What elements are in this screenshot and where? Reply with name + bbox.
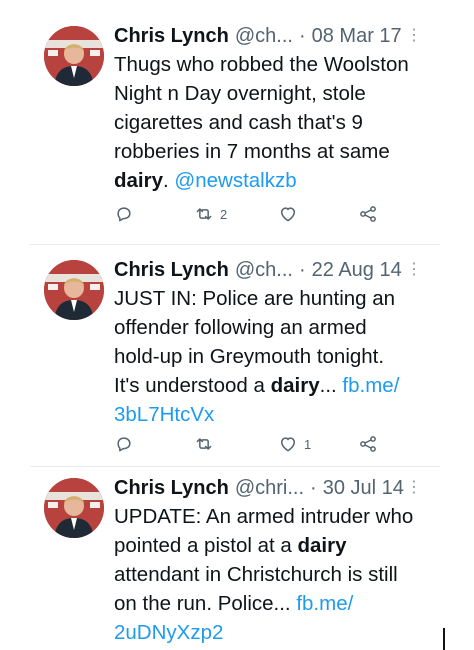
- tweet-date[interactable]: 22 Aug 14: [312, 259, 402, 282]
- tweet-text-line: 2uDNyXzp2: [114, 618, 440, 647]
- avatar[interactable]: [44, 478, 104, 538]
- share-icon: [360, 436, 376, 452]
- tweet-2[interactable]: Chris Lynch @ch... · 22 Aug 14 JUST IN: …: [30, 252, 440, 462]
- tweet-text-line: pointed a pistol at a dairy: [114, 531, 440, 560]
- reply-button[interactable]: [114, 202, 140, 226]
- tweet-text-line: cigarettes and cash that's 9: [114, 108, 440, 137]
- author-name[interactable]: Chris Lynch: [114, 25, 229, 48]
- tweet-text: JUST IN: Police are hunting an offender f…: [114, 284, 440, 429]
- highlighted-keyword: dairy: [114, 169, 163, 192]
- heart-icon: [281, 207, 295, 222]
- text-segment: .: [163, 169, 175, 192]
- author-name[interactable]: Chris Lynch: [114, 477, 229, 500]
- like-button[interactable]: [278, 202, 304, 226]
- more-vertical-icon[interactable]: ⋮: [406, 262, 422, 278]
- author-handle[interactable]: @ch...: [235, 25, 293, 48]
- tweet-text: Thugs who robbed the Woolston Night n Day…: [114, 50, 440, 195]
- avatar-photo: [44, 478, 104, 538]
- like-count: 1: [304, 436, 312, 452]
- tweet-date[interactable]: 08 Mar 17: [312, 25, 402, 48]
- tweet-header: Chris Lynch @ch... · 22 Aug 14: [114, 256, 440, 284]
- text-segment: Thugs who robbed the Woolston: [114, 53, 409, 76]
- text-segment: cigarettes and cash that's 9: [114, 111, 363, 134]
- reply-icon: [117, 207, 131, 222]
- tweet-text-line: attendant in Christchurch is still: [114, 560, 440, 589]
- tweet-text-line: JUST IN: Police are hunting an: [114, 284, 440, 313]
- tweet-content: Chris Lynch @chri... · 30 Jul 14 UPDATE:…: [114, 474, 440, 647]
- share-icon: [360, 206, 376, 222]
- tweet-actions: 2: [114, 202, 384, 226]
- header-separator: ·: [298, 258, 306, 281]
- author-handle[interactable]: @ch...: [235, 259, 293, 282]
- text-segment: robberies in 7 months at same: [114, 140, 390, 163]
- text-segment: offender following an armed: [114, 316, 367, 339]
- text-segment: on the run. Police...: [114, 592, 297, 615]
- author-name[interactable]: Chris Lynch: [114, 259, 229, 282]
- tweet-text: UPDATE: An armed intruder who pointed a p…: [114, 502, 440, 647]
- tweet-link[interactable]: fb.me/: [296, 592, 353, 615]
- retweet-icon: [196, 438, 212, 450]
- tweet-text-line: on the run. Police... fb.me/: [114, 589, 440, 618]
- tweet-content: Chris Lynch @ch... · 22 Aug 14 JUST IN: …: [114, 256, 440, 429]
- text-segment: Night n Day overnight, stole: [114, 82, 366, 105]
- tweet-text-line: UPDATE: An armed intruder who: [114, 502, 440, 531]
- reply-button[interactable]: [114, 432, 140, 456]
- share-button[interactable]: [358, 202, 378, 226]
- header-separator: ·: [310, 476, 317, 499]
- retweet-count: 2: [220, 206, 228, 222]
- tweet-header: Chris Lynch @chri... · 30 Jul 14: [114, 474, 440, 502]
- share-button[interactable]: [358, 432, 378, 456]
- tweet-link[interactable]: 2uDNyXzp2: [114, 621, 223, 644]
- divider: [30, 466, 440, 467]
- text-segment: UPDATE: An armed intruder who: [114, 505, 414, 528]
- retweet-button[interactable]: 2: [194, 202, 227, 226]
- tweet-text-line: Night n Day overnight, stole: [114, 79, 440, 108]
- tweet-text-line: robberies in 7 months at same: [114, 137, 440, 166]
- tweet-text-line: hold-up in Greymouth tonight.: [114, 342, 440, 371]
- author-handle[interactable]: @chri...: [235, 477, 304, 500]
- like-button[interactable]: 1: [278, 432, 311, 456]
- more-vertical-icon[interactable]: ⋮: [406, 480, 422, 496]
- avatar-photo: [44, 26, 104, 86]
- text-segment: ...: [319, 374, 343, 397]
- avatar-photo: [44, 260, 104, 320]
- tweet-3[interactable]: Chris Lynch @chri... · 30 Jul 14 UPDATE:…: [30, 470, 440, 650]
- text-cursor: [443, 628, 445, 650]
- retweet-icon: [196, 208, 212, 220]
- header-separator: ·: [298, 24, 306, 47]
- highlighted-keyword: dairy: [297, 534, 347, 557]
- tweet-link[interactable]: @newstalkzb: [174, 169, 296, 192]
- more-vertical-icon[interactable]: ⋮: [406, 28, 422, 44]
- retweet-button[interactable]: [194, 432, 220, 456]
- tweet-text-line: dairy. @newstalkzb: [114, 166, 440, 195]
- tweet-link[interactable]: fb.me/: [342, 374, 399, 397]
- avatar[interactable]: [44, 260, 104, 320]
- text-segment: attendant in Christchurch is still: [114, 563, 398, 586]
- highlighted-keyword: dairy: [270, 374, 320, 397]
- tweet-text-line: offender following an armed: [114, 313, 440, 342]
- heart-icon: [281, 437, 295, 452]
- divider: [30, 244, 440, 245]
- tweet-text-line: It's understood a dairy... fb.me/: [114, 371, 440, 400]
- tweet-text-line: 3bL7HtcVx: [114, 400, 440, 429]
- text-segment: hold-up in Greymouth tonight.: [114, 345, 385, 368]
- tweet-link[interactable]: 3bL7HtcVx: [114, 403, 214, 426]
- reply-icon: [117, 437, 131, 452]
- tweet-actions: 1: [114, 432, 384, 456]
- text-segment: pointed a pistol at a: [114, 534, 298, 557]
- text-segment: JUST IN: Police are hunting an: [114, 287, 396, 310]
- tweet-text-line: Thugs who robbed the Woolston: [114, 50, 440, 79]
- tweet-1[interactable]: Chris Lynch @ch... · 08 Mar 17 Thugs who…: [30, 18, 440, 233]
- tweet-content: Chris Lynch @ch... · 08 Mar 17 Thugs who…: [114, 22, 440, 195]
- tweet-header: Chris Lynch @ch... · 08 Mar 17: [114, 22, 440, 50]
- tweet-date[interactable]: 30 Jul 14: [323, 477, 404, 500]
- text-segment: It's understood a: [114, 374, 271, 397]
- avatar[interactable]: [44, 26, 104, 86]
